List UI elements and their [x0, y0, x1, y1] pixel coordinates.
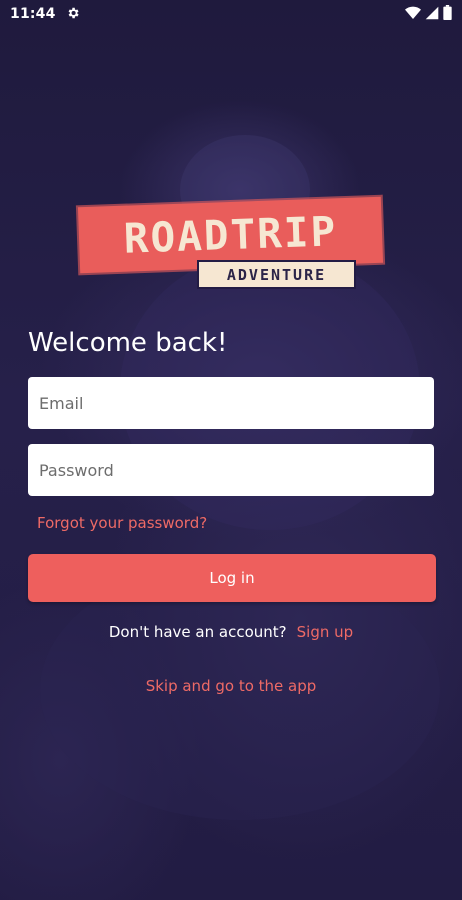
skip-link[interactable]: Skip and go to the app: [0, 677, 462, 695]
logo-sub-text: ADVENTURE: [226, 265, 327, 284]
gear-icon: [66, 5, 80, 24]
no-account-text: Don't have an account?: [108, 623, 287, 641]
app-logo: ROADTRIP ADVENTURE: [77, 196, 384, 292]
signup-row: Don't have an account? Sign up: [0, 623, 462, 641]
status-bar: 11:44: [0, 0, 462, 28]
login-button[interactable]: Log in: [28, 554, 436, 602]
email-input[interactable]: [39, 377, 423, 429]
signup-link[interactable]: Sign up: [297, 623, 354, 641]
status-time: 11:44: [10, 6, 56, 22]
signal-icon: [425, 5, 439, 24]
page-title: Welcome back!: [28, 328, 228, 358]
logo-sub-banner: ADVENTURE: [197, 260, 356, 289]
forgot-password-link[interactable]: Forgot your password?: [37, 514, 207, 532]
password-input[interactable]: [39, 444, 423, 496]
wifi-icon: [405, 5, 421, 24]
email-field[interactable]: [28, 377, 434, 429]
battery-icon: [443, 4, 452, 24]
password-field[interactable]: [28, 444, 434, 496]
